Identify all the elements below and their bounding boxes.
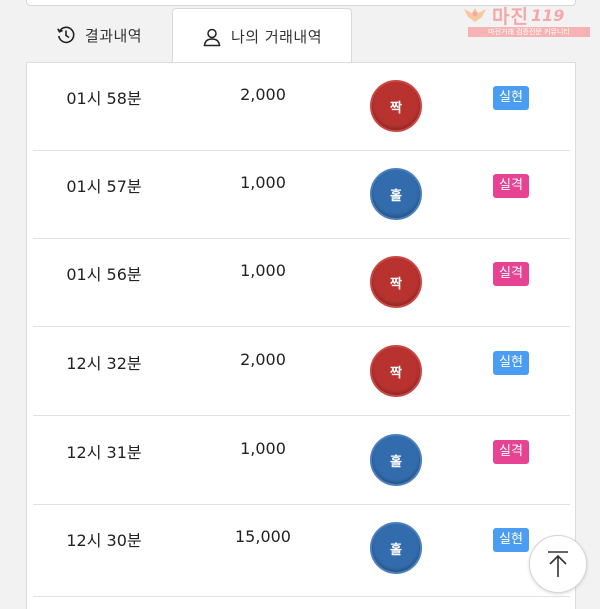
row-time: 12시 31분 xyxy=(66,443,142,462)
list-item: 01시 57분 1,000 홀 실격 xyxy=(33,151,570,239)
row-amount: 2,000 xyxy=(240,85,286,104)
logo-text: 마진 xyxy=(492,5,529,28)
row-amount: 1,000 xyxy=(240,173,286,192)
user-icon xyxy=(202,27,222,47)
row-amount: 1,000 xyxy=(240,261,286,280)
list-item: 12시 30분 15,000 홀 실현 xyxy=(33,505,570,597)
list-item: 01시 56분 1,000 짝 실격 xyxy=(33,239,570,327)
result-badge: 실현 xyxy=(493,528,529,552)
row-time: 01시 57분 xyxy=(66,177,142,196)
tab-results-history[interactable]: 결과내역 xyxy=(26,8,172,62)
eagle-emblem-icon xyxy=(464,8,486,22)
tab-label: 나의 거래내역 xyxy=(230,28,323,46)
pick-ball: 짝 xyxy=(370,80,422,132)
watermark-logo: 마진 119 마진거래 검증전문 커뮤니티 xyxy=(462,4,594,38)
history-icon xyxy=(56,25,76,45)
list-item: 12시 31분 1,000 홀 실격 xyxy=(33,417,570,505)
row-time: 01시 58분 xyxy=(66,89,142,108)
list-item: 01시 58분 2,000 짝 실현 xyxy=(33,63,570,151)
pick-ball: 짝 xyxy=(370,345,422,397)
pick-ball: 홀 xyxy=(370,522,422,574)
logo-number: 119 xyxy=(530,5,565,25)
row-time: 12시 30분 xyxy=(66,531,142,550)
result-badge: 실격 xyxy=(493,174,529,198)
row-amount: 15,000 xyxy=(235,527,291,546)
pick-ball: 홀 xyxy=(370,434,422,486)
tab-label: 결과내역 xyxy=(84,26,143,45)
row-amount: 2,000 xyxy=(240,350,286,369)
transaction-list: 01시 58분 2,000 짝 실현 01시 57분 1,000 홀 실격 01… xyxy=(26,62,576,609)
row-amount: 1,000 xyxy=(240,439,286,458)
row-time: 01시 56분 xyxy=(66,265,142,284)
logo-subtitle: 마진거래 검증전문 커뮤니티 xyxy=(468,27,590,37)
result-badge: 실격 xyxy=(493,262,529,286)
pick-ball: 홀 xyxy=(370,168,422,220)
row-time: 12시 32분 xyxy=(66,354,142,373)
arrow-up-to-top-icon xyxy=(548,551,568,577)
list-item: 12시 32분 2,000 짝 실현 xyxy=(33,328,570,416)
result-badge: 실현 xyxy=(493,351,529,375)
scroll-to-top-button[interactable] xyxy=(529,535,587,593)
tab-my-transactions[interactable]: 나의 거래내역 xyxy=(172,8,352,64)
result-badge: 실현 xyxy=(493,86,529,110)
pick-ball: 짝 xyxy=(370,256,422,308)
result-badge: 실격 xyxy=(493,440,529,464)
